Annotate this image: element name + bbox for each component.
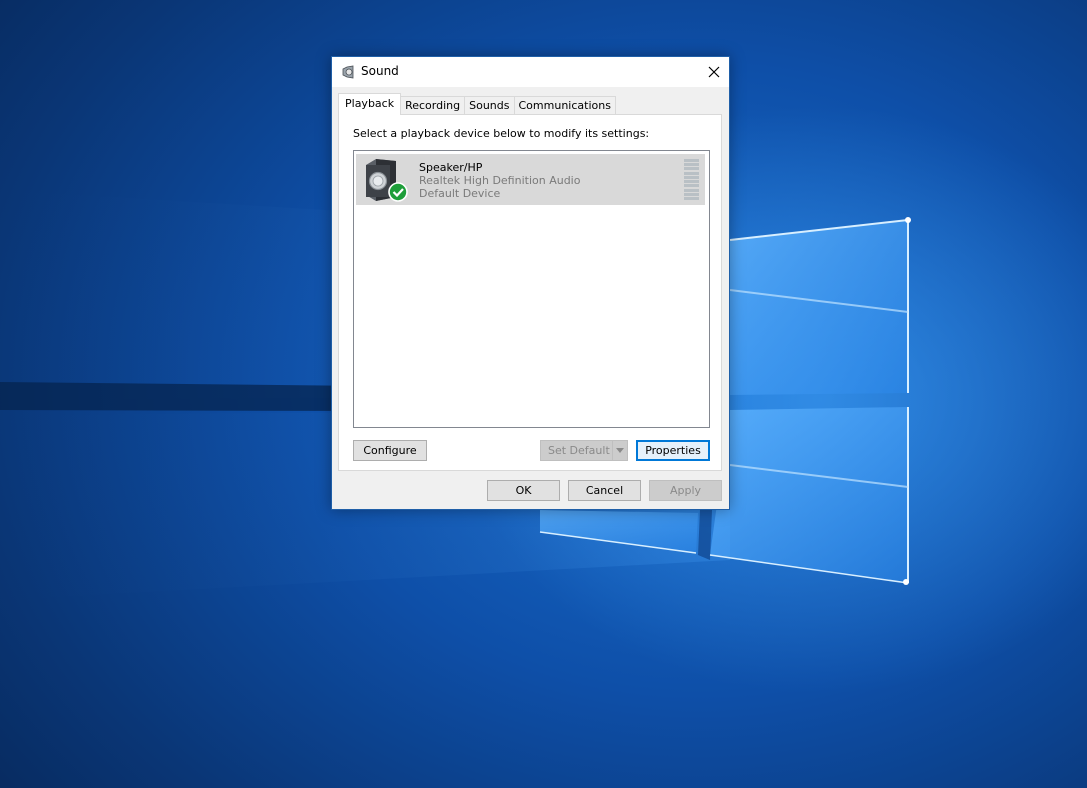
title-bar[interactable]: Sound [332, 57, 729, 87]
device-status: Default Device [419, 187, 501, 200]
device-list[interactable]: Speaker/HP Realtek High Definition Audio… [353, 150, 710, 428]
set-default-dropdown[interactable] [612, 441, 627, 460]
tab-strip: Playback Recording Sounds Communications [338, 93, 616, 115]
set-default-button[interactable]: Set Default [540, 440, 628, 461]
window-title: Sound [361, 64, 399, 78]
set-default-label: Set Default [548, 444, 610, 457]
sound-dialog: Sound Playback Recording Sounds Communic… [331, 56, 730, 510]
cancel-button[interactable]: Cancel [568, 480, 641, 501]
tab-sounds[interactable]: Sounds [464, 96, 515, 115]
chevron-down-icon [616, 448, 624, 453]
playback-panel: Select a playback device below to modify… [338, 114, 722, 471]
properties-button[interactable]: Properties [636, 440, 710, 461]
configure-button[interactable]: Configure [353, 440, 427, 461]
ok-button[interactable]: OK [487, 480, 560, 501]
default-check-icon [388, 182, 408, 202]
apply-button[interactable]: Apply [649, 480, 722, 501]
speaker-icon [366, 159, 408, 202]
tab-recording[interactable]: Recording [400, 96, 466, 115]
device-name: Speaker/HP [419, 161, 483, 174]
volume-level-meter [684, 159, 699, 200]
tab-communications[interactable]: Communications [513, 96, 616, 115]
device-driver: Realtek High Definition Audio [419, 174, 581, 187]
tab-playback[interactable]: Playback [338, 93, 402, 115]
device-row[interactable]: Speaker/HP Realtek High Definition Audio… [356, 154, 705, 205]
close-button[interactable] [699, 57, 729, 87]
close-icon [708, 66, 720, 78]
speaker-icon [342, 65, 354, 79]
instruction-text: Select a playback device below to modify… [353, 127, 650, 140]
